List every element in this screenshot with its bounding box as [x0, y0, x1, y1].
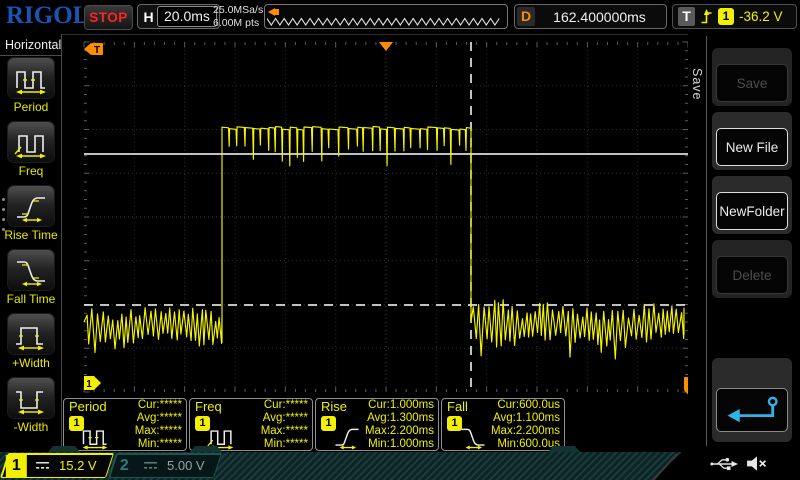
- preview-waveform: [267, 16, 505, 28]
- menu-item-plus-width[interactable]: [8, 314, 54, 354]
- menu-item-period-label: Period: [0, 100, 62, 114]
- channel-2-badge[interactable]: 2 5.00 V: [108, 453, 222, 478]
- channel-2-scale: 5.00 V: [167, 458, 205, 473]
- trigger-status-block: T 1 -36.2 V: [672, 4, 797, 29]
- brand-logo: RIGOL: [6, 2, 89, 30]
- usb-icon: [710, 456, 738, 472]
- horizontal-label: H: [140, 9, 157, 25]
- menu-item-fall-time-label: Fall Time: [0, 292, 62, 306]
- bottom-bar-notch: [190, 446, 222, 452]
- trigger-position-arrow-tail: [275, 9, 279, 15]
- measurement-panel-freq: Freq 1 Cur:***** Avg:***** Max:***** Min…: [189, 398, 313, 451]
- measurement-name: Rise: [321, 399, 347, 414]
- trigger-label: T: [678, 7, 695, 26]
- menu-item-plus-width-label: +Width: [0, 356, 62, 370]
- measurement-stats: Cur:1.000ms Avg:1.300ms Max:2.200ms Min:…: [365, 399, 434, 451]
- rise-time-icon: [329, 422, 365, 450]
- top-status-bar: RIGOL STOP H 20.0ms 25.0MSa/s 6.00M pts …: [0, 0, 800, 35]
- menu-page-dot: [2, 228, 5, 231]
- memory-depth: 6.00M pts: [213, 17, 263, 30]
- menu-title: Horizontal: [0, 34, 61, 56]
- memory-waveform-preview: [264, 4, 508, 29]
- minus-width-icon: [13, 381, 49, 415]
- channel-1-number: 1: [6, 455, 27, 477]
- menu-item-rise-time[interactable]: [8, 186, 54, 226]
- measurement-stats: Cur:***** Avg:***** Max:***** Min:*****: [135, 399, 182, 451]
- scope-display: TT1: [84, 42, 688, 392]
- menu-tab-border: [706, 36, 707, 446]
- bottom-bar-notch: [548, 446, 580, 452]
- menu-page-dot: [2, 198, 5, 201]
- measurement-panel-period: Period 1 Cur:***** Avg:***** Max:***** M…: [63, 398, 187, 451]
- delay-label: D: [517, 7, 535, 26]
- return-button[interactable]: [716, 388, 788, 432]
- svg-text:1: 1: [86, 379, 92, 390]
- trigger-position-arrow-icon: [268, 8, 275, 16]
- horizontal-center-marker: [379, 42, 393, 51]
- period-icon: [13, 61, 49, 95]
- menu-item-fall-time[interactable]: [8, 250, 54, 290]
- freq-icon: [13, 125, 49, 159]
- status-icons: [710, 455, 767, 472]
- channel-1-scale: 15.2 V: [59, 458, 97, 473]
- channel-1-badge[interactable]: 1 15.2 V: [0, 453, 114, 478]
- menu-item-freq-label: Freq: [0, 164, 62, 178]
- measurement-panel-fall: Fall 1 Cur:600.0us Avg:1.100ms Max:2.200…: [441, 398, 565, 451]
- measurement-name: Period: [69, 399, 107, 414]
- delay-offset-block: D 162.400000ms: [514, 4, 667, 29]
- sample-rate: 25.0MSa/s: [213, 4, 263, 17]
- menu-tab-save: Save: [690, 68, 704, 101]
- speaker-muted-icon: [746, 455, 767, 472]
- channel-1-ground-marker: 1: [84, 376, 101, 390]
- period-icon: [77, 422, 113, 450]
- run-state-badge: STOP: [84, 5, 133, 30]
- menu-page-dot: [2, 208, 5, 211]
- dc-coupling-icon: [143, 460, 158, 471]
- right-soft-menu: Save Save New File NewFolder Delete: [688, 34, 800, 452]
- timebase-value: 20.0ms: [157, 6, 217, 27]
- measurement-stats: Cur:***** Avg:***** Max:***** Min:*****: [261, 399, 308, 451]
- rise-time-icon: [13, 189, 49, 223]
- trigger-level-value: -36.2 V: [739, 9, 783, 24]
- new-folder-button[interactable]: NewFolder: [716, 192, 788, 230]
- channel-2-number: 2: [114, 455, 135, 477]
- return-arrow-icon: [723, 394, 781, 426]
- measurement-name: Freq: [195, 399, 222, 414]
- menu-item-rise-time-label: Rise Time: [0, 228, 62, 242]
- measurement-panel-rise: Rise 1 Cur:1.000ms Avg:1.300ms Max:2.200…: [315, 398, 439, 451]
- menu-page-dot: [2, 218, 5, 221]
- fall-time-icon: [455, 422, 491, 450]
- fall-time-icon: [13, 253, 49, 287]
- measurement-name: Fall: [447, 399, 468, 414]
- measurement-stats: Cur:600.0us Avg:1.100ms Max:2.200ms Min:…: [491, 399, 560, 451]
- delay-value: 162.400000ms: [535, 9, 664, 25]
- save-button[interactable]: Save: [716, 64, 788, 102]
- new-file-button[interactable]: New File: [716, 128, 788, 166]
- trigger-source-badge: 1: [718, 8, 734, 25]
- delete-button[interactable]: Delete: [716, 256, 788, 294]
- menu-item-period[interactable]: [8, 58, 54, 98]
- rising-edge-icon: [700, 8, 713, 26]
- acquisition-info: 25.0MSa/s 6.00M pts: [213, 4, 263, 29]
- svg-text:T: T: [94, 45, 100, 56]
- oscilloscope-screen: RIGOL STOP H 20.0ms 25.0MSa/s 6.00M pts …: [0, 0, 800, 480]
- menu-item-minus-width-label: -Width: [0, 420, 62, 434]
- bottom-bar-notch: [48, 446, 80, 452]
- menu-item-freq[interactable]: [8, 122, 54, 162]
- horizontal-timebase-block: H 20.0ms: [137, 4, 220, 29]
- plus-width-icon: [13, 317, 49, 351]
- dc-coupling-icon: [34, 460, 49, 471]
- left-function-menu: Horizontal Period Freq: [0, 34, 62, 452]
- menu-item-minus-width[interactable]: [8, 378, 54, 418]
- trigger-position-offscreen-marker: T: [84, 43, 103, 56]
